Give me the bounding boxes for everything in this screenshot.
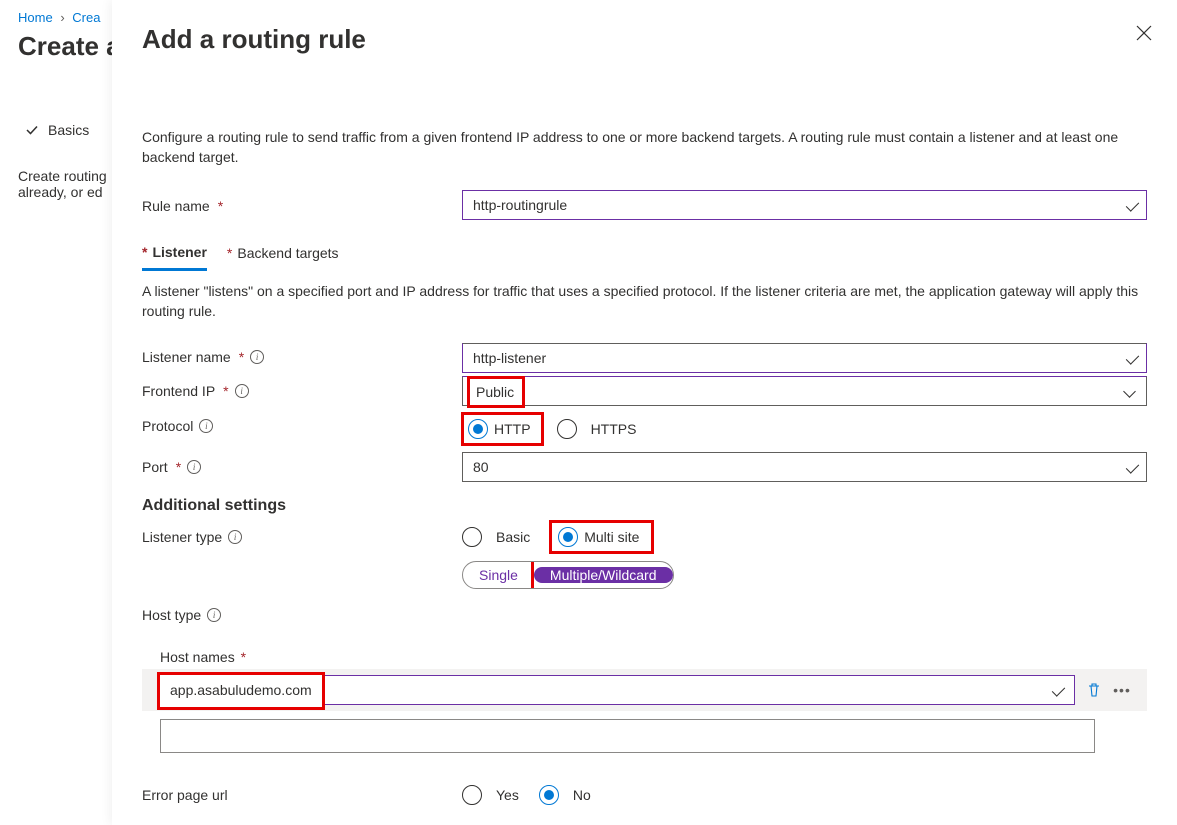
listener-name-input[interactable]: http-listener — [462, 343, 1147, 373]
chevron-right-icon: › — [60, 10, 64, 25]
rule-name-input[interactable]: http-routingrule — [462, 190, 1147, 220]
protocol-label: Protocol — [142, 418, 193, 434]
required-icon: * — [176, 459, 181, 475]
error-page-yes-radio[interactable] — [462, 785, 482, 805]
tab-backend-label: Backend targets — [237, 245, 338, 261]
required-icon: * — [227, 245, 232, 261]
breadcrumb-create[interactable]: Crea — [72, 10, 100, 25]
frontend-ip-label: Frontend IP — [142, 383, 215, 399]
required-icon: * — [241, 649, 246, 665]
breadcrumb-home[interactable]: Home — [18, 10, 53, 25]
frontend-ip-select[interactable]: Public — [462, 376, 1147, 406]
hostname-input-blank[interactable] — [160, 719, 1095, 753]
error-page-url-label: Error page url — [142, 787, 228, 803]
info-icon[interactable]: i — [250, 350, 264, 364]
listener-type-label: Listener type — [142, 529, 222, 545]
error-page-no-radio[interactable] — [539, 785, 559, 805]
listener-name-label: Listener name — [142, 349, 231, 365]
hostname-input[interactable]: app.asabuludemo.com — [160, 675, 1075, 705]
required-icon: * — [239, 349, 244, 365]
more-icon[interactable]: ••• — [1113, 682, 1131, 698]
delete-icon[interactable] — [1085, 682, 1103, 698]
hostname-row: app.asabuludemo.com ••• — [142, 669, 1147, 711]
tab-listener[interactable]: * Listener — [142, 238, 207, 271]
protocol-http-label: HTTP — [494, 421, 531, 437]
info-icon[interactable]: i — [199, 419, 213, 433]
info-icon[interactable]: i — [207, 608, 221, 622]
error-page-yes-label: Yes — [496, 787, 519, 803]
host-type-multiple-pill[interactable]: Multiple/Wildcard — [534, 567, 673, 583]
rule-name-label: Rule name — [142, 198, 210, 214]
required-icon: * — [218, 198, 223, 214]
listener-type-multi-label: Multi site — [584, 529, 639, 545]
additional-settings-heading: Additional settings — [142, 497, 1147, 515]
listener-type-basic-radio[interactable] — [462, 527, 482, 547]
host-names-label: Host names — [160, 649, 235, 665]
port-input[interactable]: 80 — [462, 452, 1147, 482]
info-icon[interactable]: i — [235, 384, 249, 398]
close-button[interactable] — [1133, 22, 1155, 44]
hostname-value: app.asabuludemo.com — [160, 675, 322, 707]
info-icon[interactable]: i — [228, 530, 242, 544]
host-type-label: Host type — [142, 607, 201, 623]
port-label: Port — [142, 459, 168, 475]
info-icon[interactable]: i — [187, 460, 201, 474]
listener-type-multi-radio[interactable] — [558, 527, 578, 547]
error-page-no-label: No — [573, 787, 591, 803]
protocol-http-radio[interactable] — [468, 419, 488, 439]
listener-description: A listener "listens" on a specified port… — [142, 281, 1147, 322]
required-icon: * — [223, 383, 228, 399]
add-routing-rule-panel: Add a routing rule Configure a routing r… — [112, 0, 1177, 825]
frontend-ip-value: Public — [476, 378, 520, 406]
wizard-step-label: Basics — [48, 122, 89, 138]
protocol-https-radio[interactable] — [557, 419, 577, 439]
tab-listener-label: Listener — [152, 244, 206, 260]
protocol-https-label: HTTPS — [591, 421, 637, 437]
listener-type-basic-label: Basic — [496, 529, 530, 545]
panel-title: Add a routing rule — [142, 24, 1147, 55]
host-type-pill-group: Single Multiple/Wildcard — [462, 561, 674, 589]
required-icon: * — [142, 244, 147, 260]
host-type-single-pill[interactable]: Single — [463, 562, 534, 588]
panel-description: Configure a routing rule to send traffic… — [142, 127, 1147, 168]
tab-backend-targets[interactable]: * Backend targets — [227, 238, 339, 271]
